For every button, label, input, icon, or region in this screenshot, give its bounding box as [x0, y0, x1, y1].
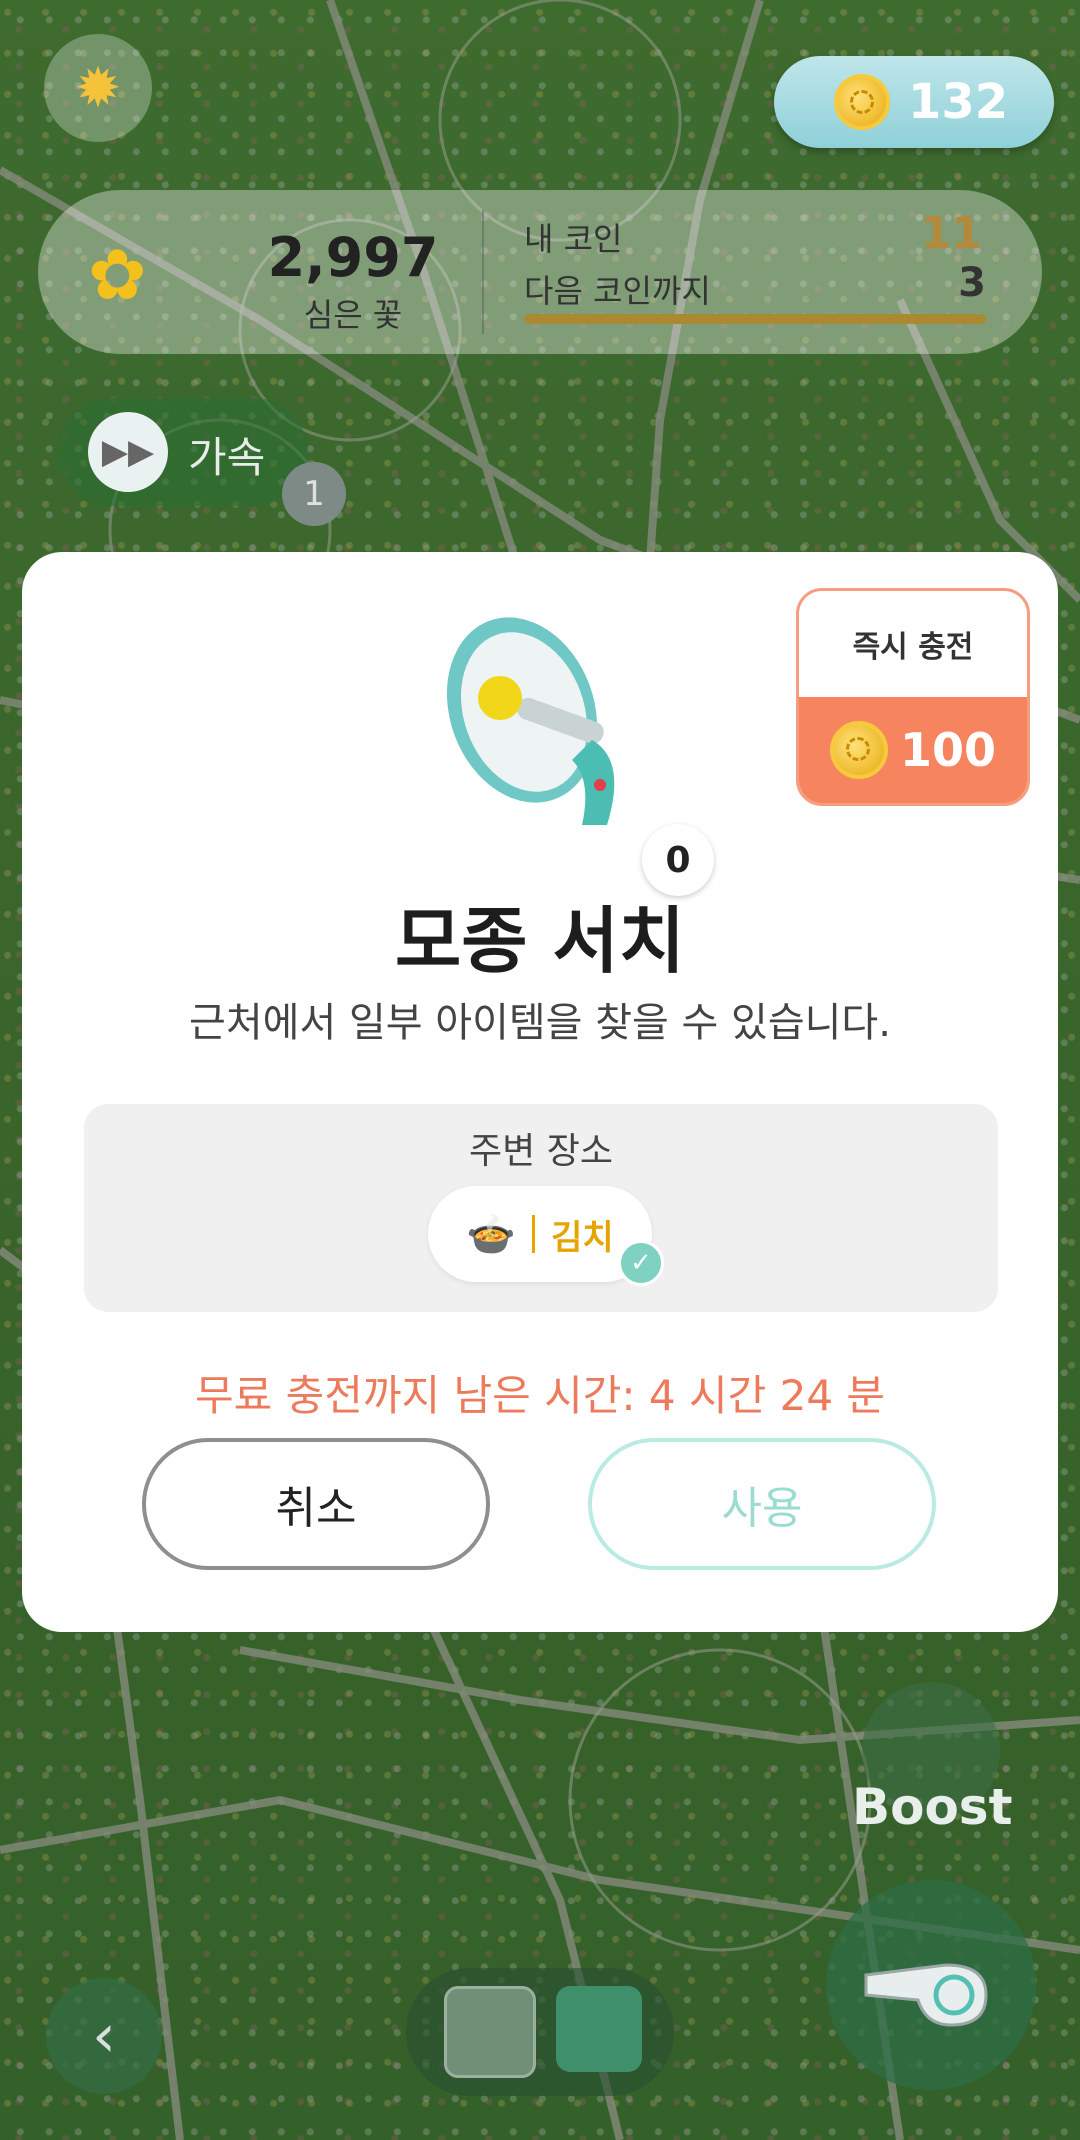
- coin-icon: [829, 721, 888, 779]
- mode-toggle-bar: [406, 1968, 674, 2096]
- my-coin-label: 내 코인: [524, 220, 623, 258]
- free-charge-timer: 무료 충전까지 남은 시간: 4 시간 24 분: [194, 1371, 886, 1420]
- next-coin-label: 다음 코인까지: [524, 272, 711, 310]
- dialog-title: 모종 서치: [394, 899, 686, 983]
- stats-panel: ✿ 2,997 심은 꽃 내 코인 다음 코인까지 11 3: [38, 190, 1042, 354]
- coin-progress-bar: [524, 314, 986, 324]
- nearby-label: 주변 장소: [469, 1131, 613, 1172]
- flower-icon: ✿: [88, 234, 147, 316]
- nearby-places-panel: 주변 장소 🍲 김치 ✓: [84, 1104, 998, 1312]
- instant-charge-button[interactable]: 즉시 충전 100: [796, 588, 1030, 806]
- my-coin-value: 11: [920, 208, 982, 259]
- coin-balance[interactable]: 132: [774, 56, 1054, 148]
- coin-icon: [834, 74, 890, 130]
- sun-icon: ✹: [74, 55, 122, 121]
- planted-count: 2,997: [267, 226, 439, 289]
- boost-button[interactable]: Boost: [852, 1682, 1013, 1862]
- speed-label: 가속: [188, 433, 266, 482]
- speed-badge: 1: [282, 462, 346, 526]
- stats-divider: [482, 210, 484, 334]
- use-button[interactable]: 사용: [588, 1438, 936, 1570]
- cancel-button[interactable]: 취소: [142, 1438, 490, 1570]
- check-icon: ✓: [618, 1240, 664, 1286]
- coin-count: 132: [908, 74, 1009, 130]
- walk-mode-button[interactable]: [444, 1986, 536, 2078]
- megaphone-icon: [446, 617, 615, 825]
- back-button[interactable]: ‹: [46, 1978, 162, 2094]
- speed-up-button[interactable]: ▶▶ 가속 1: [58, 398, 346, 526]
- chevron-left-icon: ‹: [92, 2001, 116, 2071]
- nearby-place-chip[interactable]: 🍲 김치 ✓: [428, 1186, 664, 1286]
- item-use-dialog: 즉시 충전 100 0 모종 서치 근처에서 일부 아이템을 찾을 수 있습니다…: [22, 552, 1058, 1632]
- whistle-button[interactable]: [826, 1880, 1036, 2090]
- fast-forward-icon: ▶▶: [88, 412, 168, 492]
- instant-charge-price: 100: [799, 697, 1027, 803]
- weather-button[interactable]: ✹: [44, 34, 152, 142]
- instant-charge-cost: 100: [899, 723, 997, 777]
- nearby-place-name: 김치: [551, 1217, 614, 1258]
- planted-label: 심은 꽃: [303, 296, 403, 334]
- next-coin-value: 3: [958, 260, 986, 306]
- instant-charge-label: 즉시 충전: [852, 630, 974, 665]
- food-bowl-icon: 🍲: [466, 1211, 517, 1258]
- map-mode-button[interactable]: [556, 1986, 642, 2072]
- whistle-icon: [864, 1963, 988, 2027]
- boost-label: Boost: [852, 1778, 1013, 1836]
- chip-divider: [532, 1215, 536, 1253]
- dialog-description: 근처에서 일부 아이템을 찾을 수 있습니다.: [189, 1000, 891, 1046]
